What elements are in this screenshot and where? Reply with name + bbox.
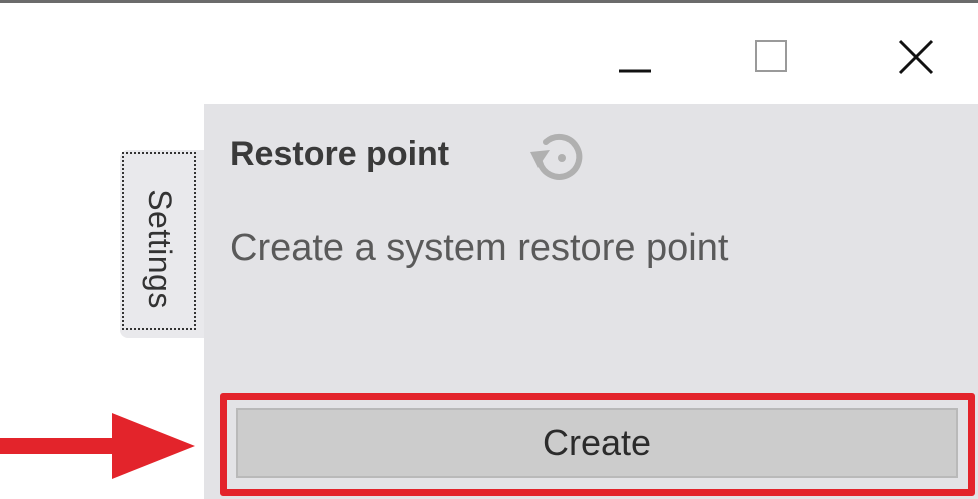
window-top-border bbox=[0, 0, 978, 3]
tab-settings-label: Settings bbox=[142, 189, 179, 309]
create-button[interactable]: Create bbox=[236, 408, 958, 478]
arrow-right-icon bbox=[0, 413, 195, 479]
close-button[interactable] bbox=[876, 22, 956, 92]
restore-point-description: Create a system restore point bbox=[230, 226, 729, 269]
minimize-icon bbox=[619, 69, 651, 73]
restore-point-title: Restore point bbox=[230, 134, 450, 173]
minimize-button[interactable] bbox=[595, 22, 675, 92]
close-icon bbox=[898, 39, 934, 75]
maximize-button[interactable] bbox=[732, 22, 812, 92]
restore-icon bbox=[530, 133, 583, 180]
tab-settings[interactable]: Settings bbox=[120, 150, 204, 338]
maximize-icon bbox=[755, 40, 787, 72]
